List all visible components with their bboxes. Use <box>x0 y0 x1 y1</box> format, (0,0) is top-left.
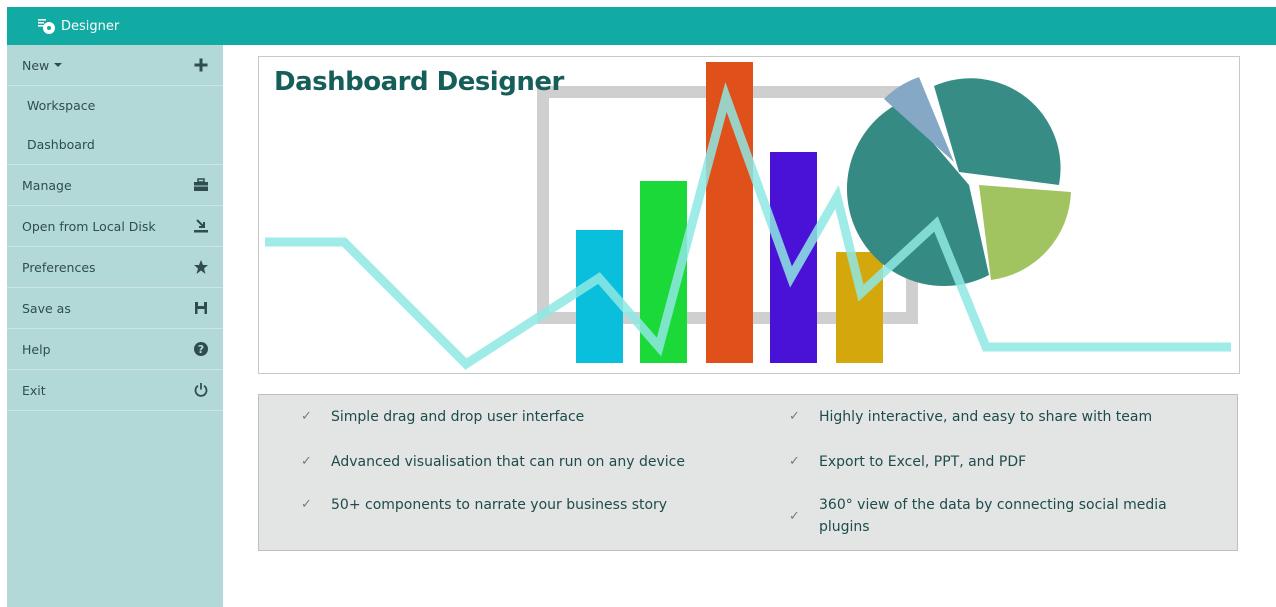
feature-text: Highly interactive, and easy to share wi… <box>819 409 1153 425</box>
sidebar-item-new[interactable]: New <box>7 45 223 86</box>
star-icon <box>194 260 208 274</box>
app-brand[interactable]: Designer <box>37 17 119 35</box>
sidebar-item-label: New <box>22 57 50 73</box>
features-panel: ✓ Simple drag and drop user interface ✓ … <box>258 394 1238 551</box>
checkmark-icon: ✓ <box>789 454 800 469</box>
sidebar-item-preferences[interactable]: Preferences <box>7 247 223 288</box>
sidebar-item-manage[interactable]: Manage <box>7 165 223 206</box>
import-icon <box>194 219 208 233</box>
hero-banner: Dashboard Designer <box>258 56 1240 374</box>
sidebar-item-label: Exit <box>22 382 46 398</box>
sidebar-item-save-as[interactable]: Save as <box>7 288 223 329</box>
sidebar: New Workspace Dashboard Manage Open from… <box>7 45 223 607</box>
feature-item: ✓ Highly interactive, and easy to share … <box>789 406 1209 428</box>
briefcase-icon <box>194 178 208 191</box>
illustration-pie-slice <box>979 185 1071 280</box>
feature-text: 360° view of the data by connecting soci… <box>819 497 1167 535</box>
svg-text:?: ? <box>198 343 204 356</box>
checkmark-icon: ✓ <box>301 454 312 469</box>
sidebar-item-open-local[interactable]: Open from Local Disk <box>7 206 223 247</box>
feature-text: 50+ components to narrate your business … <box>331 497 668 513</box>
app-title: Designer <box>61 18 120 34</box>
sidebar-item-dashboard[interactable]: Dashboard <box>7 125 223 165</box>
checkmark-icon: ✓ <box>301 409 312 424</box>
feature-item: ✓ 360° view of the data by connecting so… <box>789 494 1209 538</box>
sidebar-item-label: Dashboard <box>27 137 95 152</box>
sidebar-item-label: Save as <box>22 300 71 316</box>
sidebar-item-label: Preferences <box>22 259 96 275</box>
chevron-down-icon <box>54 63 63 67</box>
checkmark-icon: ✓ <box>789 509 800 524</box>
help-icon: ? <box>194 342 208 356</box>
feature-text: Export to Excel, PPT, and PDF <box>819 454 1027 470</box>
feature-item: ✓ 50+ components to narrate your busines… <box>301 494 741 516</box>
illustration-bar <box>770 152 817 363</box>
checkmark-icon: ✓ <box>301 497 312 512</box>
feature-item: ✓ Export to Excel, PPT, and PDF <box>789 451 1209 473</box>
feature-text: Advanced visualisation that can run on a… <box>331 454 685 470</box>
sidebar-item-workspace[interactable]: Workspace <box>7 86 223 125</box>
sidebar-item-label: Help <box>22 341 51 357</box>
designer-logo-icon <box>38 19 55 34</box>
feature-text: Simple drag and drop user interface <box>331 409 585 425</box>
sidebar-item-label: Manage <box>22 177 72 193</box>
top-bar: Designer <box>7 7 1276 45</box>
dashboard-illustration <box>265 62 1231 370</box>
plus-icon[interactable] <box>193 57 209 73</box>
banner-title: Dashboard Designer <box>274 67 564 97</box>
feature-item: ✓ Advanced visualisation that can run on… <box>301 451 741 473</box>
save-icon <box>195 302 207 314</box>
power-icon <box>194 383 208 397</box>
sidebar-item-exit[interactable]: Exit <box>7 370 223 411</box>
sidebar-item-label: Workspace <box>27 98 96 113</box>
checkmark-icon: ✓ <box>789 409 800 424</box>
feature-item: ✓ Simple drag and drop user interface <box>301 406 741 428</box>
sidebar-item-help[interactable]: Help ? <box>7 329 223 370</box>
sidebar-item-label: Open from Local Disk <box>22 218 156 234</box>
